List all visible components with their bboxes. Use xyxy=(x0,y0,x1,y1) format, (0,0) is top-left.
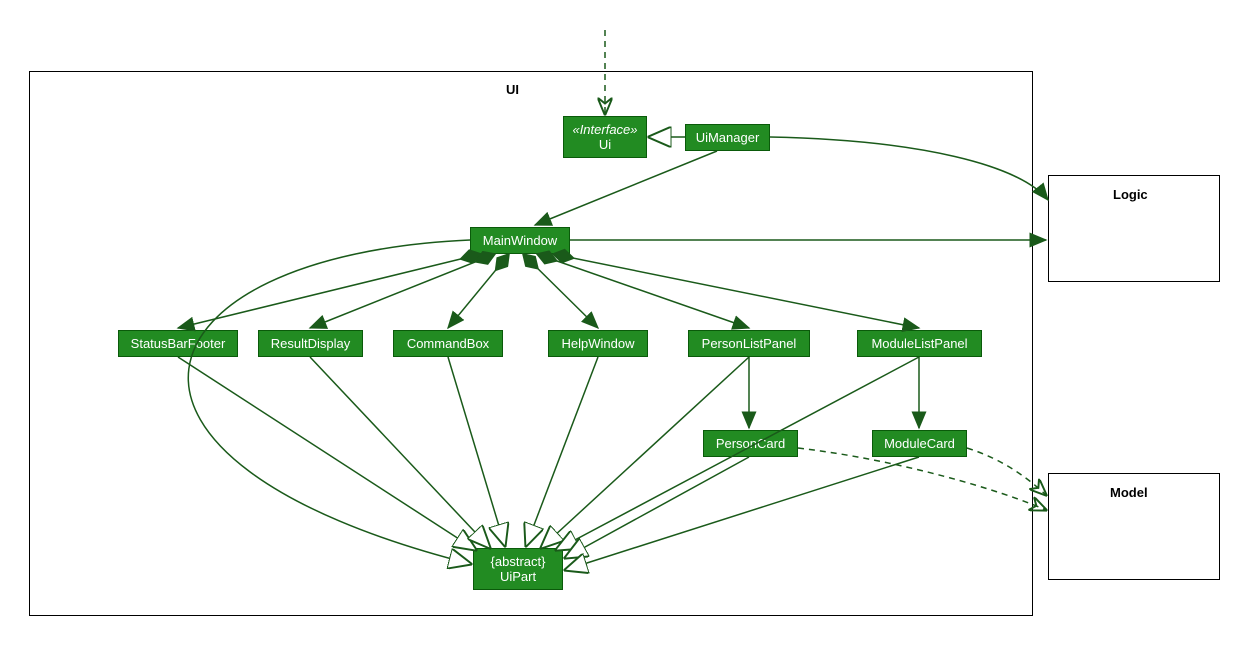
class-result-display: ResultDisplay xyxy=(258,330,363,357)
class-ui-part: {abstract} UiPart xyxy=(473,548,563,590)
main-window-name: MainWindow xyxy=(479,233,561,248)
class-module-list-panel: ModuleListPanel xyxy=(857,330,982,357)
class-status-bar-footer: StatusBarFooter xyxy=(118,330,238,357)
class-ui-interface: «Interface» Ui xyxy=(563,116,647,158)
class-main-window: MainWindow xyxy=(470,227,570,254)
person-card-name: PersonCard xyxy=(712,436,789,451)
class-module-card: ModuleCard xyxy=(872,430,967,457)
result-display-name: ResultDisplay xyxy=(267,336,354,351)
package-model-label: Model xyxy=(1110,485,1148,500)
package-logic-label: Logic xyxy=(1113,187,1148,202)
status-bar-footer-name: StatusBarFooter xyxy=(127,336,229,351)
ui-manager-name: UiManager xyxy=(694,130,761,145)
help-window-name: HelpWindow xyxy=(557,336,639,351)
class-ui-manager: UiManager xyxy=(685,124,770,151)
class-person-card: PersonCard xyxy=(703,430,798,457)
package-ui-label: UI xyxy=(506,82,519,97)
ui-part-stereotype: {abstract} xyxy=(482,554,554,569)
class-person-list-panel: PersonListPanel xyxy=(688,330,810,357)
class-command-box: CommandBox xyxy=(393,330,503,357)
module-list-panel-name: ModuleListPanel xyxy=(866,336,973,351)
class-help-window: HelpWindow xyxy=(548,330,648,357)
ui-interface-stereotype: «Interface» xyxy=(572,122,638,137)
ui-part-name: UiPart xyxy=(482,569,554,584)
command-box-name: CommandBox xyxy=(402,336,494,351)
module-card-name: ModuleCard xyxy=(881,436,958,451)
person-list-panel-name: PersonListPanel xyxy=(697,336,801,351)
ui-interface-name: Ui xyxy=(572,137,638,152)
